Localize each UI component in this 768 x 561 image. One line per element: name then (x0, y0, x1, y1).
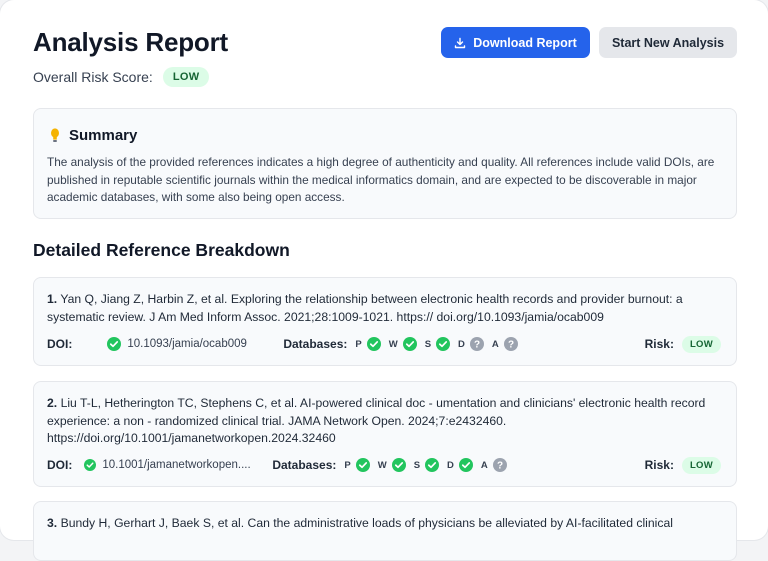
doi-label: DOI: (47, 337, 73, 351)
database-letter: S (424, 338, 432, 350)
doi-link[interactable]: 10.1093/jamia/ocab009 (127, 338, 267, 350)
doi-label: DOI: (47, 458, 73, 472)
report-header: Analysis Report Download Report Start Ne… (33, 26, 737, 62)
download-report-button[interactable]: Download Report (441, 27, 590, 58)
reference-meta: DOI: 10.1001/jamanetworkopen.... Databas… (47, 456, 721, 474)
risk-badge: LOW (681, 456, 721, 474)
reference-citation: Bundy H, Gerhart J, Baek S, et al. Can t… (60, 516, 673, 530)
database-letter: W (388, 338, 398, 350)
page-title: Analysis Report (33, 27, 228, 57)
reference-text: 2. Liu T-L, Hetherington TC, Stephens C,… (47, 395, 727, 448)
doi-valid-check-icon (107, 337, 122, 351)
check-circle-icon (436, 337, 451, 351)
check-circle-icon (366, 337, 381, 351)
overall-risk: Overall Risk Score: LOW (33, 66, 210, 88)
lightbulb-icon (51, 128, 59, 142)
database-letter: P (355, 338, 362, 350)
summary-header: Summary (50, 127, 137, 144)
database-letter: D (458, 338, 465, 350)
database-letter: A (491, 338, 499, 350)
question-circle-icon: ? (492, 458, 507, 472)
risk-label: Risk: (644, 458, 674, 472)
reference-number: 1. (47, 292, 58, 306)
report-card: Analysis Report Download Report Start Ne… (0, 0, 768, 561)
reference-number: 2. (47, 396, 58, 410)
check-circle-icon (355, 458, 370, 472)
start-new-analysis-button[interactable]: Start New Analysis (599, 27, 737, 58)
database-list: P W S D? A? (355, 337, 525, 351)
breakdown-title: Detailed Reference Breakdown (33, 240, 290, 260)
database-letter: W (377, 459, 387, 471)
check-circle-icon (391, 458, 406, 472)
reference-card: 1. Yan Q, Jiang Z, Harbin Z, et al. Expl… (33, 277, 737, 366)
svg-text:?: ? (497, 461, 503, 472)
database-letter: S (413, 459, 421, 471)
database-letter: P (344, 459, 351, 471)
reference-card: 2. Liu T-L, Hetherington TC, Stephens C,… (33, 381, 737, 487)
reference-citation: Liu T-L, Hetherington TC, Stephens C, et… (47, 396, 706, 445)
reference-text: 1. Yan Q, Jiang Z, Harbin Z, et al. Expl… (47, 291, 727, 326)
svg-text:?: ? (474, 340, 480, 351)
download-icon (455, 37, 466, 48)
database-letter: A (480, 459, 488, 471)
reference-citation: Yan Q, Jiang Z, Harbin Z, et al. Explori… (47, 292, 683, 324)
doi-valid-check-icon (84, 459, 97, 471)
check-circle-icon (402, 337, 417, 351)
doi-link[interactable]: 10.1001/jamanetworkopen.... (102, 459, 264, 471)
database-list: P W S D A? (344, 458, 514, 472)
database-letter: D (447, 459, 454, 471)
reference-risk: Risk: LOW (644, 335, 721, 353)
reference-text: 3. Bundy H, Gerhart J, Baek S, et al. Ca… (47, 515, 727, 533)
databases-label: Databases: (272, 458, 337, 472)
question-circle-icon: ? (503, 337, 518, 351)
reference-card: 3. Bundy H, Gerhart J, Baek S, et al. Ca… (33, 501, 737, 561)
check-circle-icon (425, 458, 440, 472)
reference-meta: DOI: 10.1093/jamia/ocab009 Databases: P W… (47, 335, 721, 353)
reference-risk: Risk: LOW (644, 456, 721, 474)
overall-risk-badge: LOW (162, 67, 210, 87)
summary-title: Summary (69, 127, 138, 144)
svg-text:?: ? (508, 340, 514, 351)
check-circle-icon (458, 458, 473, 472)
question-circle-icon: ? (469, 337, 484, 351)
databases-label: Databases: (283, 337, 348, 351)
download-report-label: Download Report (473, 35, 577, 50)
risk-label: Risk: (644, 337, 674, 351)
summary-panel: Summary The analysis of the provided ref… (33, 108, 737, 219)
risk-badge: LOW (681, 335, 721, 353)
summary-text: The analysis of the provided references … (47, 155, 715, 204)
overall-risk-label: Overall Risk Score: (33, 69, 153, 85)
reference-number: 3. (47, 516, 58, 530)
